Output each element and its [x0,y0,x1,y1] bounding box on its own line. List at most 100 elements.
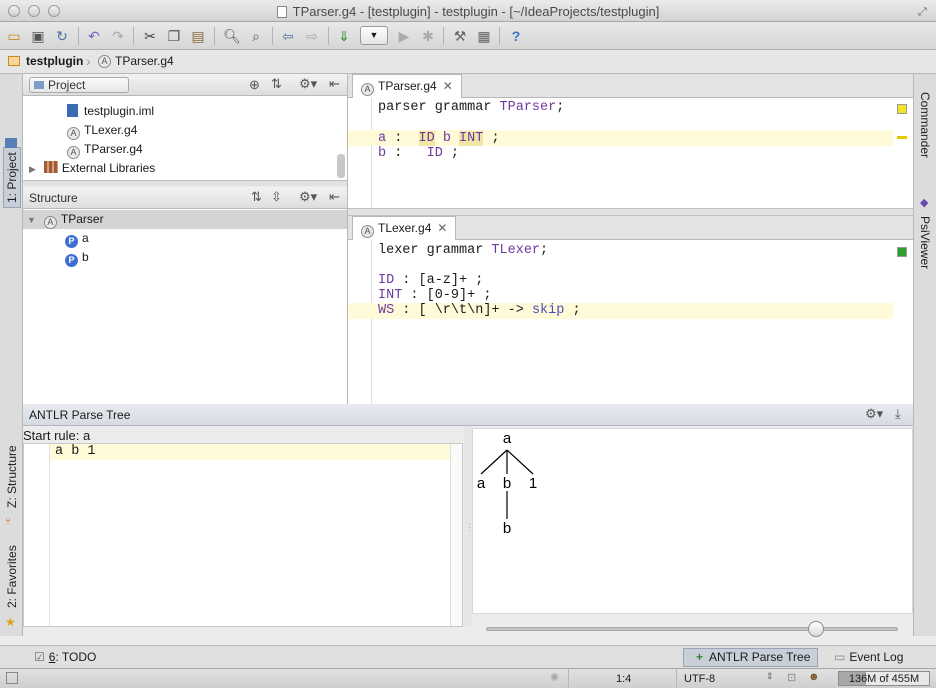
editor-tlexer[interactable]: lexer grammar TLexer; ID : [a-z]+ ; INT … [348,240,913,404]
structure-icon: ⑂ [5,516,11,527]
back-icon[interactable]: ⇦ [278,26,298,46]
tab-tlexer[interactable]: A TLexer.g4 ✕ [352,216,457,240]
settings-icon[interactable]: ⚒ [450,26,470,46]
scrollbar[interactable] [337,154,345,178]
fullscreen-icon[interactable]: ⤢ [918,6,930,18]
breadcrumb-project[interactable]: testplugin [26,54,83,68]
warning-stripe[interactable] [897,136,907,139]
toolbar-separator [133,27,134,45]
gear-icon[interactable]: ⚙▾ [299,189,317,205]
zoom-slider-track[interactable] [486,627,898,631]
encoding[interactable]: UTF-8 [684,673,715,685]
lexer-command: skip [531,303,565,318]
project-view-selector[interactable]: Project [29,77,129,93]
forward-icon[interactable]: ⇨ [302,26,322,46]
help-icon[interactable]: ? [506,26,526,46]
antlr-file-icon: A [43,216,57,229]
todo-icon: ☑ [34,650,45,664]
hide-panel-icon[interactable]: ⇤ [329,76,340,92]
collapse-arrow-icon[interactable]: ▼ [27,215,36,225]
tab-project[interactable]: 1: Project [3,147,21,208]
project-structure-icon[interactable]: ▦ [474,26,494,46]
parse-tree-view[interactable]: a a b 1 b [472,428,913,614]
encoding-chevron-icon[interactable]: ⇕ [766,671,774,682]
close-tab-icon[interactable]: ✕ [443,79,453,93]
tree-item[interactable]: testplugin.iml [67,102,154,121]
undo-icon[interactable]: ↶ [84,26,104,46]
save-icon[interactable]: ▣ [28,26,48,46]
toggle-tool-windows-icon[interactable] [6,672,18,684]
lock-icon[interactable]: ⊡ [787,671,796,684]
tree-edge [506,449,534,475]
close-tab-icon[interactable]: ✕ [437,221,447,235]
tab-psiviewer[interactable]: PsiViewer [917,212,933,273]
structure-root[interactable]: ▼ A TParser [23,210,347,229]
editor-tparser[interactable]: parser grammar TParser; a : ID b INT ; b… [348,98,913,208]
make-icon[interactable]: ⇓ [334,26,354,46]
tab-structure[interactable]: Z: Structure [4,441,20,512]
hide-panel-icon[interactable]: ⤓ [895,406,901,422]
structure-item[interactable]: Pa [65,229,89,248]
antlr-parse-tree-label: ANTLR Parse Tree [709,650,811,664]
tree-item[interactable]: A TLexer.g4 [67,121,137,140]
memory-indicator[interactable]: 136M of 455M [838,671,930,686]
zoom-slider-thumb[interactable] [807,621,824,637]
toolbar-separator [443,27,444,45]
token-ref: ID [426,146,443,161]
debug-icon[interactable]: ✱ [418,26,438,46]
sync-icon[interactable]: ↻ [52,26,72,46]
antlr-parse-tree-button[interactable]: + ANTLR Parse Tree [683,648,818,667]
window-title: TParser.g4 - [testplugin] - testplugin -… [292,4,660,19]
grammar-name: TLexer [491,243,541,258]
lexer-body: : [0-9]+ ; [402,288,492,303]
todo-button[interactable]: ☑ 6: TODO [34,650,96,664]
todo-label: : TODO [55,650,97,664]
run-icon[interactable]: ▶ [394,26,414,46]
status-separator [676,669,677,688]
structure-item[interactable]: Pb [65,248,89,267]
expand-arrow-icon[interactable]: ▶ [29,164,36,174]
parse-input-editor[interactable]: a b 1 [23,443,463,627]
tab-commander[interactable]: Commander [917,88,933,162]
paste-icon[interactable]: ▤ [188,26,208,46]
project-panel-header: Project ⊕ ⇅ ⚙▾ ⇤ [23,74,347,96]
caret-position[interactable]: 1:4 [616,673,631,685]
breadcrumb-file[interactable]: TParser.g4 [115,54,174,68]
splitter[interactable] [348,208,913,216]
gear-icon[interactable]: ⚙▾ [299,76,317,92]
tab-tparser[interactable]: A TParser.g4 ✕ [352,74,462,98]
code-line: a : ID b INT ; [378,131,500,147]
tree-item[interactable]: ▶ External Libraries [29,159,155,178]
inspector-icon[interactable]: ☻ [808,671,820,683]
ok-marker[interactable] [897,247,907,257]
editor-tabs-bottom: A TLexer.g4 ✕ [348,216,913,240]
current-line-highlight [50,444,450,460]
splitter[interactable]: ⋮ [464,426,474,626]
code-line: lexer grammar TLexer; [378,243,548,259]
splitter[interactable] [23,180,347,186]
star-icon: ★ [5,615,16,629]
replace-icon[interactable]: ⌕ [246,26,266,46]
token-name: WS [378,303,395,318]
gear-icon[interactable]: ⚙▾ [865,406,883,422]
event-log-button[interactable]: ▭ Event Log [834,650,903,664]
redo-icon[interactable]: ↷ [108,26,128,46]
cut-icon[interactable]: ✂ [140,26,160,46]
punct: : [386,146,427,161]
sort-icon[interactable]: ⇅ [251,189,262,205]
warning-marker[interactable] [897,104,907,114]
find-icon[interactable]: 🔍︎ [222,26,242,46]
copy-icon[interactable]: ❐ [164,26,184,46]
hide-panel-icon[interactable]: ⇤ [329,189,340,205]
scrollbar[interactable] [450,444,462,626]
punct: : [386,131,419,146]
autoscroll-icon[interactable]: ⇳ [271,189,282,205]
toolbar-separator [328,27,329,45]
locate-icon[interactable]: ⊕ [249,77,260,93]
collapse-all-icon[interactable]: ⇅ [271,76,282,92]
tab-favorites[interactable]: 2: Favorites [4,541,20,612]
run-config-combo[interactable]: ▼ [360,26,388,45]
left-tool-strip: 1: Project Z: Structure ⑂ 2: Favorites ★ [0,74,23,636]
tree-item[interactable]: A TParser.g4 [67,140,143,159]
open-icon[interactable]: ▭ [4,26,24,46]
